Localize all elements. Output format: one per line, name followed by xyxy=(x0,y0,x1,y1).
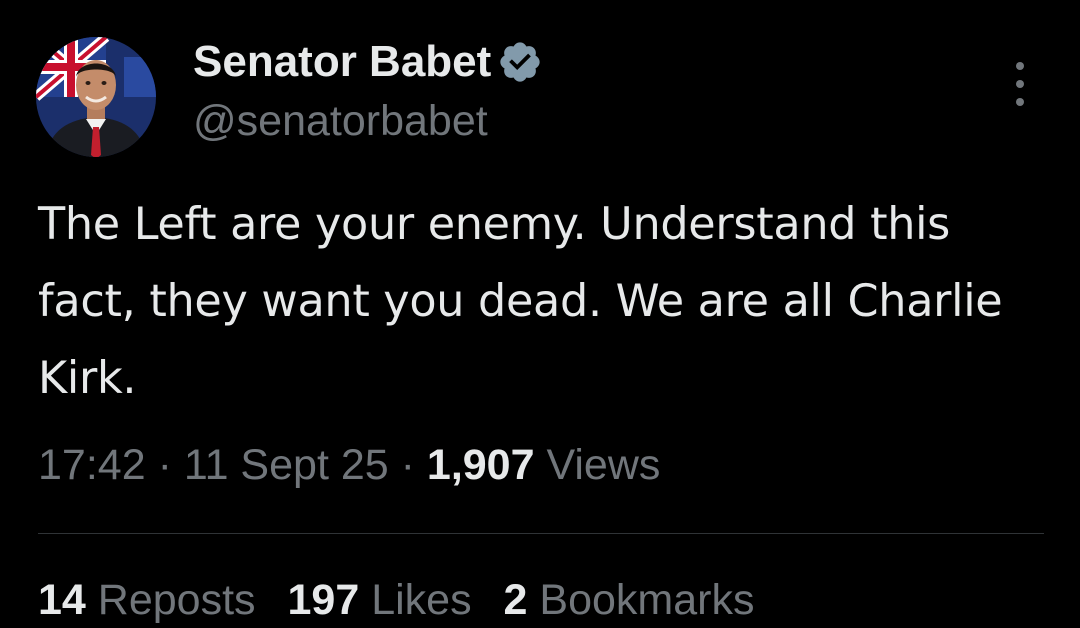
tweet-date[interactable]: 11 Sept 25 xyxy=(184,441,389,489)
views-count: 1,907 xyxy=(426,441,535,489)
more-vertical-icon xyxy=(1016,62,1024,70)
more-options-button[interactable] xyxy=(1004,62,1036,106)
tweet-meta: 17:42 · 11 Sept 25 · 1,907 Views xyxy=(38,437,660,493)
bookmarks-label: Bookmarks xyxy=(539,576,755,624)
likes-label: Likes xyxy=(371,576,472,624)
bookmarks-stat[interactable]: 2 Bookmarks xyxy=(504,576,755,624)
meta-separator: · xyxy=(157,441,172,489)
likes-count: 197 xyxy=(287,576,360,624)
reposts-label: Reposts xyxy=(97,576,256,624)
bookmarks-count: 2 xyxy=(503,576,528,624)
author-handle[interactable]: @senatorbabet xyxy=(193,97,488,145)
meta-separator: · xyxy=(400,441,415,489)
author-name-row[interactable]: Senator Babet xyxy=(193,38,543,86)
likes-stat[interactable]: 197 Likes xyxy=(288,576,472,624)
more-vertical-icon-dot xyxy=(1016,98,1024,106)
divider xyxy=(38,533,1044,534)
tweet-text: The Left are your enemy. Understand this… xyxy=(38,199,1003,404)
avatar-image xyxy=(36,37,156,157)
reposts-count: 14 xyxy=(38,576,86,624)
engagement-stats: 14 Reposts 197 Likes 2 Bookmarks xyxy=(38,572,775,628)
tweet-time[interactable]: 17:42 xyxy=(38,441,146,489)
views-label: Views xyxy=(546,441,661,489)
avatar[interactable] xyxy=(36,37,156,157)
more-vertical-icon-dot xyxy=(1016,80,1024,88)
reposts-stat[interactable]: 14 Reposts xyxy=(38,576,256,624)
author-display-name[interactable]: Senator Babet xyxy=(193,38,491,86)
verified-badge-icon[interactable] xyxy=(497,39,543,85)
